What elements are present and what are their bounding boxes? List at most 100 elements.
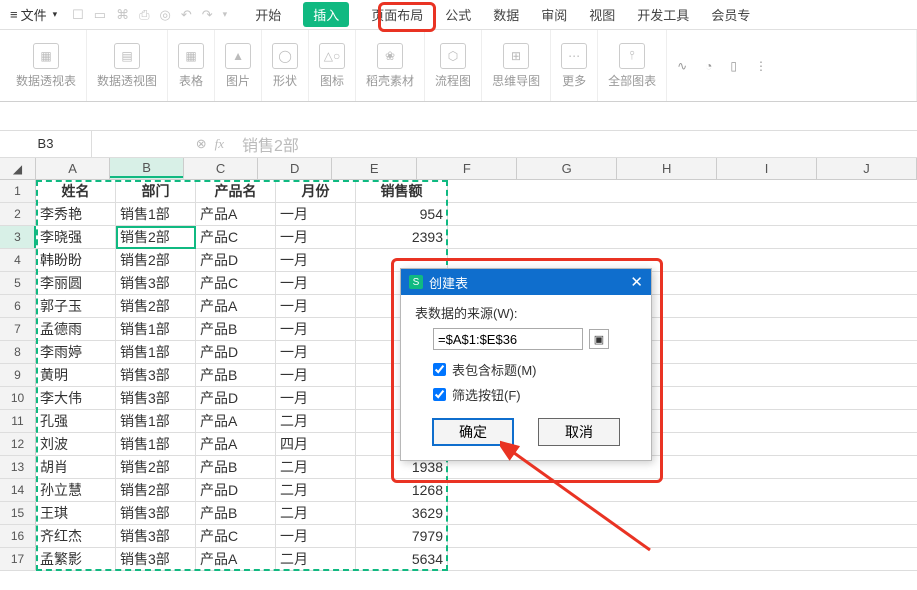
header-cell[interactable]: 销售额	[356, 180, 448, 202]
cell[interactable]: 销售1部	[116, 318, 196, 340]
ribbon-pictures[interactable]: ▲图片	[215, 30, 262, 101]
cell[interactable]: 销售3部	[116, 502, 196, 524]
cell[interactable]: 销售3部	[116, 272, 196, 294]
cell[interactable]: 李大伟	[36, 387, 116, 409]
scatter-icon[interactable]: ⋮	[755, 59, 767, 73]
cell[interactable]: 产品D	[196, 249, 276, 271]
cell[interactable]: 产品A	[196, 203, 276, 225]
cell[interactable]: 孟德雨	[36, 318, 116, 340]
ribbon-allcharts[interactable]: ⫯全部图表	[598, 30, 667, 101]
ribbon-pivottable[interactable]: ▦数据透视表	[6, 30, 87, 101]
header-cell[interactable]: 月份	[276, 180, 356, 202]
new-icon[interactable]: ☐	[72, 7, 84, 23]
cell[interactable]: 销售2部	[116, 456, 196, 478]
curve-icon[interactable]: ∿	[677, 59, 687, 73]
ok-button[interactable]: 确定	[432, 418, 514, 446]
tab-view[interactable]: 视图	[589, 5, 615, 24]
row-header[interactable]: 8	[0, 341, 36, 363]
cell[interactable]: 二月	[276, 502, 356, 524]
cell[interactable]: 一月	[276, 525, 356, 547]
fx-icon[interactable]: fx	[215, 136, 224, 152]
cell[interactable]: 一月	[276, 364, 356, 386]
has-headers-checkbox[interactable]: 表包含标题(M)	[433, 360, 637, 379]
tab-developer[interactable]: 开发工具	[637, 5, 689, 24]
cell[interactable]: 销售3部	[116, 364, 196, 386]
chevron-down-icon[interactable]: ▾	[223, 9, 228, 20]
header-cell[interactable]: 部门	[116, 180, 196, 202]
tab-formulas[interactable]: 公式	[445, 5, 471, 24]
cell[interactable]: 2393	[356, 226, 448, 248]
cell[interactable]: 产品B	[196, 364, 276, 386]
select-all-corner[interactable]: ◢	[0, 158, 36, 179]
cell[interactable]: 一月	[276, 341, 356, 363]
name-box[interactable]: B3	[0, 131, 92, 157]
cancel-button[interactable]: 取消	[538, 418, 620, 446]
row-header[interactable]: 16	[0, 525, 36, 547]
pie-icon[interactable]: ◔	[705, 59, 712, 73]
cell[interactable]: 黄明	[36, 364, 116, 386]
cell[interactable]: 销售1部	[116, 410, 196, 432]
header-cell[interactable]: 姓名	[36, 180, 116, 202]
cancel-icon[interactable]: ⊗	[196, 136, 207, 152]
col-F[interactable]: F	[417, 158, 517, 179]
formula-input[interactable]: 销售2部	[232, 132, 917, 156]
cell[interactable]: 四月	[276, 433, 356, 455]
cell[interactable]: 孟繁影	[36, 548, 116, 570]
undo-icon[interactable]: ↶	[181, 7, 192, 23]
cell[interactable]: 3629	[356, 502, 448, 524]
col-C[interactable]: C	[184, 158, 258, 179]
tab-insert[interactable]: 插入	[303, 2, 349, 27]
cell[interactable]: 产品C	[196, 226, 276, 248]
cell[interactable]: 销售1部	[116, 341, 196, 363]
row-header[interactable]: 1	[0, 180, 36, 202]
cell[interactable]: 销售3部	[116, 548, 196, 570]
tab-data[interactable]: 数据	[493, 5, 519, 24]
row-header[interactable]: 15	[0, 502, 36, 524]
cell[interactable]: 954	[356, 203, 448, 225]
ribbon-shapes[interactable]: ◯形状	[262, 30, 309, 101]
cell[interactable]: 李晓强	[36, 226, 116, 248]
tab-page-layout[interactable]: 页面布局	[371, 5, 423, 24]
dialog-titlebar[interactable]: S 创建表 ✕	[401, 269, 651, 295]
cell[interactable]: 销售1部	[116, 203, 196, 225]
range-picker-icon[interactable]: ▣	[589, 329, 609, 349]
row-header[interactable]: 13	[0, 456, 36, 478]
cell[interactable]: 一月	[276, 318, 356, 340]
cell[interactable]: 产品B	[196, 318, 276, 340]
col-J[interactable]: J	[817, 158, 917, 179]
cell[interactable]: 一月	[276, 295, 356, 317]
file-menu[interactable]: ≡ 文件 ▾	[4, 5, 66, 24]
row-header[interactable]: 11	[0, 410, 36, 432]
cell[interactable]: 产品C	[196, 525, 276, 547]
cell[interactable]: 1268	[356, 479, 448, 501]
cell[interactable]: 一月	[276, 249, 356, 271]
cell[interactable]: 孙立慧	[36, 479, 116, 501]
row-header[interactable]: 10	[0, 387, 36, 409]
cell[interactable]: 一月	[276, 272, 356, 294]
col-D[interactable]: D	[258, 158, 332, 179]
row-header[interactable]: 17	[0, 548, 36, 570]
cell[interactable]: 二月	[276, 548, 356, 570]
tab-member[interactable]: 会员专	[711, 5, 750, 24]
ribbon-more[interactable]: ⋯更多	[551, 30, 598, 101]
col-A[interactable]: A	[36, 158, 110, 179]
row-header[interactable]: 12	[0, 433, 36, 455]
cell[interactable]: 李丽圆	[36, 272, 116, 294]
cell[interactable]: 韩盼盼	[36, 249, 116, 271]
cell[interactable]: 销售3部	[116, 525, 196, 547]
cell[interactable]: 郭子玉	[36, 295, 116, 317]
cell[interactable]: 销售2部	[116, 479, 196, 501]
filter-button-checkbox[interactable]: 筛选按钮(F)	[433, 385, 637, 404]
tab-review[interactable]: 审阅	[541, 5, 567, 24]
cell[interactable]: 二月	[276, 410, 356, 432]
row-header[interactable]: 7	[0, 318, 36, 340]
cell[interactable]: 销售2部	[116, 295, 196, 317]
cell[interactable]: 销售2部	[116, 249, 196, 271]
cell[interactable]: 孔强	[36, 410, 116, 432]
filter-button-input[interactable]	[433, 388, 446, 401]
row-header[interactable]: 2	[0, 203, 36, 225]
cell[interactable]: 二月	[276, 479, 356, 501]
row-header[interactable]: 4	[0, 249, 36, 271]
cell[interactable]: 销售3部	[116, 387, 196, 409]
cell[interactable]: 齐红杰	[36, 525, 116, 547]
